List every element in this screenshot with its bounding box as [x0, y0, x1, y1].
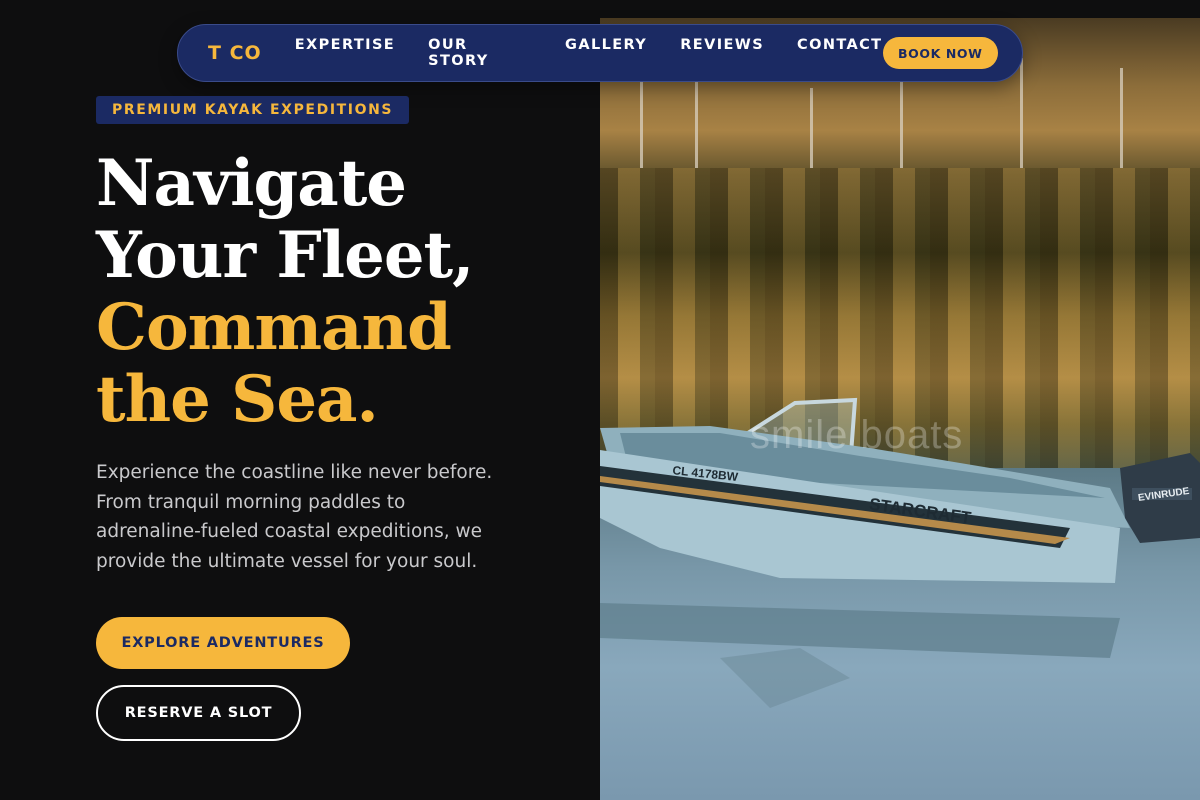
hero-headline: Navigate Your Fleet, Command the Sea. [96, 148, 576, 436]
nav-link-our-story[interactable]: OUR STORY [428, 37, 532, 69]
headline-line-1: Navigate [96, 146, 407, 221]
headline-line-4: the Sea. [96, 362, 379, 437]
tree-trunk [810, 88, 813, 168]
explore-adventures-button[interactable]: EXPLORE ADVENTURES [96, 617, 350, 669]
brand-logo[interactable]: T CO [208, 42, 268, 64]
watermark-text: smile boats [750, 413, 964, 457]
tree-trunk [900, 73, 903, 168]
hero-description: Experience the coastline like never befo… [96, 462, 493, 572]
reserve-slot-button[interactable]: RESERVE A SLOT [96, 685, 301, 741]
tree-trunk [1120, 68, 1123, 168]
headline-line-3: Command [96, 290, 452, 365]
nav-link-contact[interactable]: CONTACT [797, 37, 882, 69]
book-now-button[interactable]: BOOK NOW [882, 37, 998, 69]
nav-link-gallery[interactable]: GALLERY [565, 37, 647, 69]
nav-link-reviews[interactable]: REVIEWS [680, 37, 764, 69]
headline-line-2: Your Fleet, [96, 218, 474, 293]
tree-trunk [640, 78, 643, 168]
hero-badge: PREMIUM KAYAK EXPEDITIONS [96, 96, 410, 124]
nav-link-expertise[interactable]: EXPERTISE [295, 37, 395, 69]
hero-photo: EVINRUDE STARCRAFT CL 4178BW smile boats [600, 18, 1200, 800]
tree-trunk [1020, 58, 1023, 168]
nav-links: EXPERTISE OUR STORY GALLERY REVIEWS CONT… [295, 37, 883, 69]
main-navbar: T CO EXPERTISE OUR STORY GALLERY REVIEWS… [177, 24, 1023, 82]
